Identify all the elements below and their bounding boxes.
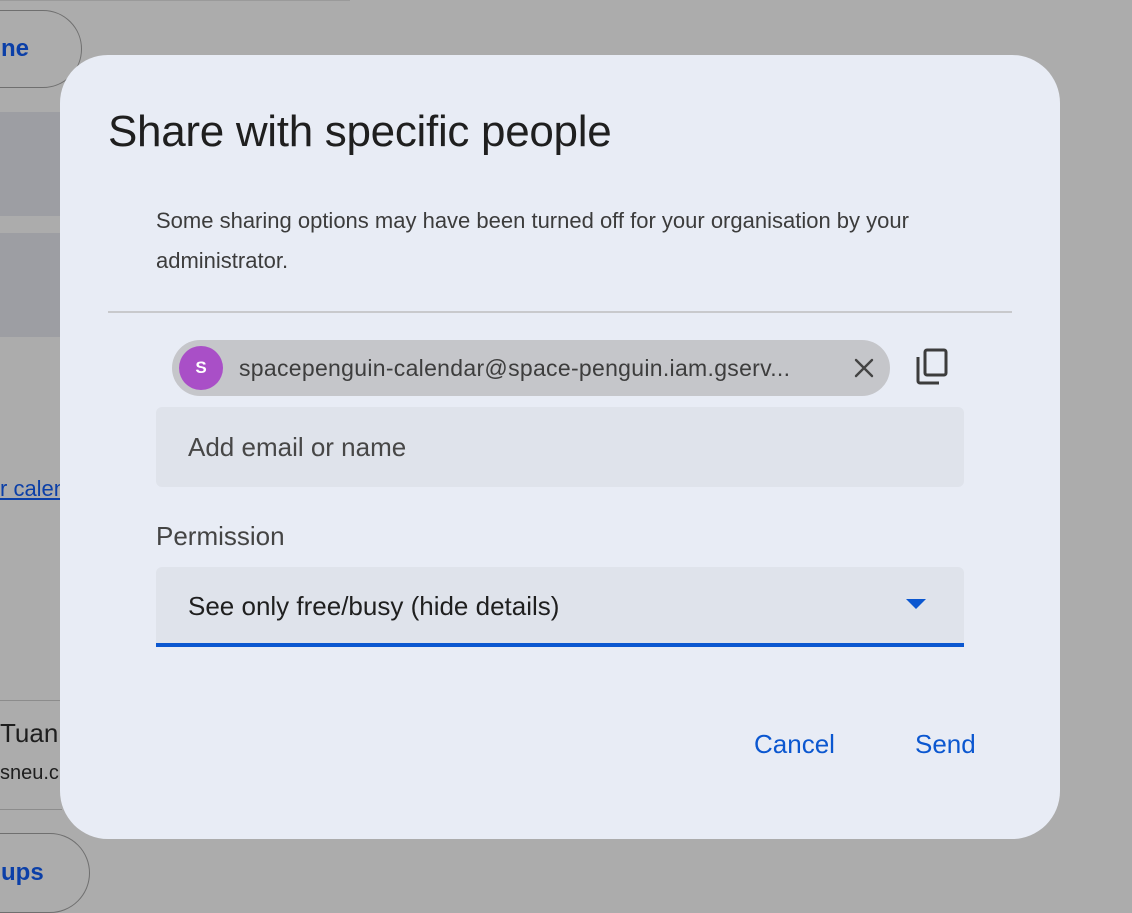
recipient-email: spacepenguin-calendar@space-penguin.iam.… bbox=[239, 354, 791, 381]
caret-down-icon bbox=[906, 599, 926, 609]
background-person-email: sneu.c bbox=[0, 762, 59, 784]
copy-icon[interactable] bbox=[910, 345, 954, 389]
cancel-button[interactable]: Cancel bbox=[754, 729, 835, 760]
background-person-name: Tuan bbox=[0, 718, 59, 748]
permission-label: Permission bbox=[156, 521, 285, 551]
background-divider bbox=[0, 0, 350, 1]
avatar: S bbox=[179, 346, 223, 390]
background-panel bbox=[0, 112, 62, 216]
recipient-chip[interactable]: S spacepenguin-calendar@space-penguin.ia… bbox=[172, 340, 890, 396]
admin-notice: Some sharing options may have been turne… bbox=[156, 208, 909, 273]
background-pill-button: ups bbox=[0, 833, 90, 913]
permission-select[interactable]: See only free/busy (hide details) bbox=[156, 567, 964, 647]
dialog-divider bbox=[108, 311, 1012, 313]
dialog-title: Share with specific people bbox=[108, 107, 612, 156]
send-button[interactable]: Send bbox=[915, 729, 976, 760]
background-separator bbox=[0, 700, 62, 701]
background-separator bbox=[0, 809, 62, 810]
background-panel bbox=[0, 233, 62, 337]
add-email-input[interactable] bbox=[156, 407, 964, 487]
background-link: r calen bbox=[0, 476, 67, 501]
share-dialog: Share with specific people Some sharing … bbox=[60, 55, 1060, 839]
close-icon[interactable] bbox=[848, 352, 880, 384]
background-pill-label: ups bbox=[1, 859, 44, 886]
permission-selected-value: See only free/busy (hide details) bbox=[188, 591, 560, 621]
background-pill-label: ne bbox=[1, 35, 30, 62]
